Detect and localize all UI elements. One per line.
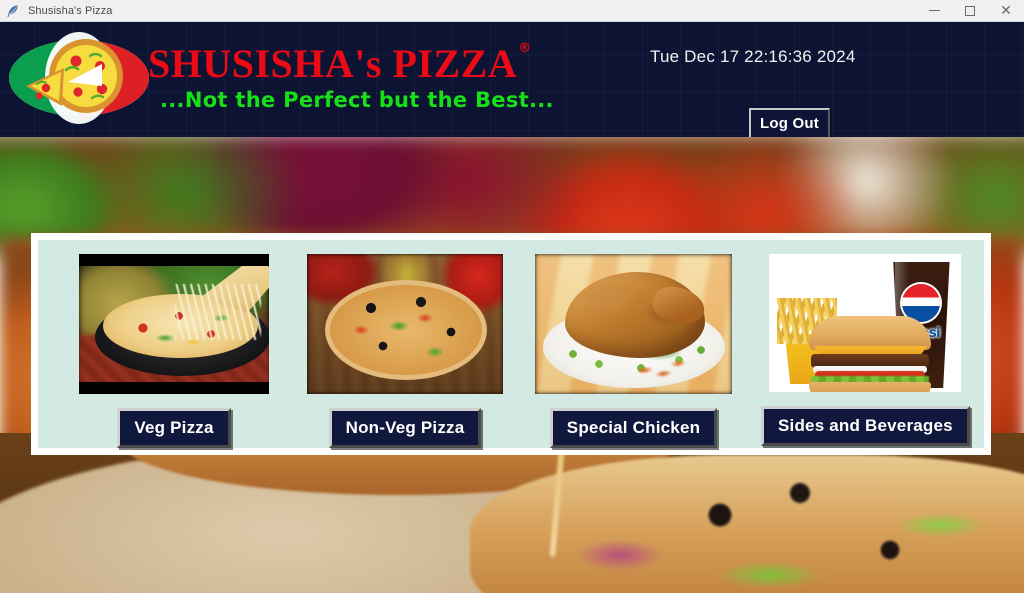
- category-card: pepsi: [761, 254, 970, 448]
- brand-name-label: SHUSISHA's PIZZA: [148, 41, 518, 86]
- window-title: Shusisha's Pizza: [28, 4, 113, 17]
- veg-pizza-button[interactable]: Veg Pizza: [117, 408, 231, 448]
- category-card: Special Chicken: [535, 254, 732, 448]
- brand-name-text: SHUSISHA's PIZZA ®: [148, 41, 531, 86]
- logout-button[interactable]: Log Out: [749, 108, 830, 137]
- window-controls: ✕: [916, 0, 1024, 22]
- special-chicken-button[interactable]: Special Chicken: [549, 408, 718, 448]
- minimize-icon[interactable]: [916, 0, 952, 22]
- pizza-logo-icon: [6, 26, 152, 130]
- veg-pizza-image[interactable]: [79, 254, 269, 394]
- non-veg-pizza-art: [307, 254, 503, 395]
- category-card-list: Veg Pizza Non-Veg Pizza Special Chicken …: [38, 240, 984, 448]
- brand-tagline: ...Not the Perfect but the Best...: [160, 88, 554, 112]
- category-card: Veg Pizza: [79, 254, 269, 448]
- feather-icon: [5, 3, 21, 19]
- non-veg-pizza-image[interactable]: [307, 254, 503, 395]
- close-icon[interactable]: ✕: [988, 0, 1024, 22]
- app-header: SHUSISHA's PIZZA ® ...Not the Perfect but…: [0, 22, 1024, 137]
- brand-block: SHUSISHA's PIZZA ® ...Not the Perfect but…: [148, 41, 554, 112]
- maximize-icon[interactable]: [952, 0, 988, 22]
- datetime-display: Tue Dec 17 22:16:36 2024: [650, 47, 856, 66]
- registered-mark-icon: ®: [518, 41, 532, 56]
- veg-pizza-art: [79, 254, 269, 394]
- sides-beverages-button[interactable]: Sides and Beverages: [761, 406, 970, 446]
- menu-panel: Veg Pizza Non-Veg Pizza Special Chicken …: [31, 233, 991, 455]
- window-titlebar: Shusisha's Pizza ✕: [0, 0, 1024, 22]
- non-veg-pizza-button[interactable]: Non-Veg Pizza: [328, 408, 482, 448]
- pizza-board-background-image: [0, 433, 1024, 593]
- burger-shape: [809, 316, 932, 392]
- special-chicken-art: [535, 254, 732, 394]
- app-window: Shusisha's Pizza ✕ SHUSISHA's PIZZA ® ..…: [0, 0, 1024, 593]
- category-card: Non-Veg Pizza: [307, 254, 503, 448]
- sides-beverages-art: pepsi: [769, 254, 962, 392]
- special-chicken-image[interactable]: [535, 254, 732, 394]
- sides-beverages-image[interactable]: pepsi: [769, 254, 962, 392]
